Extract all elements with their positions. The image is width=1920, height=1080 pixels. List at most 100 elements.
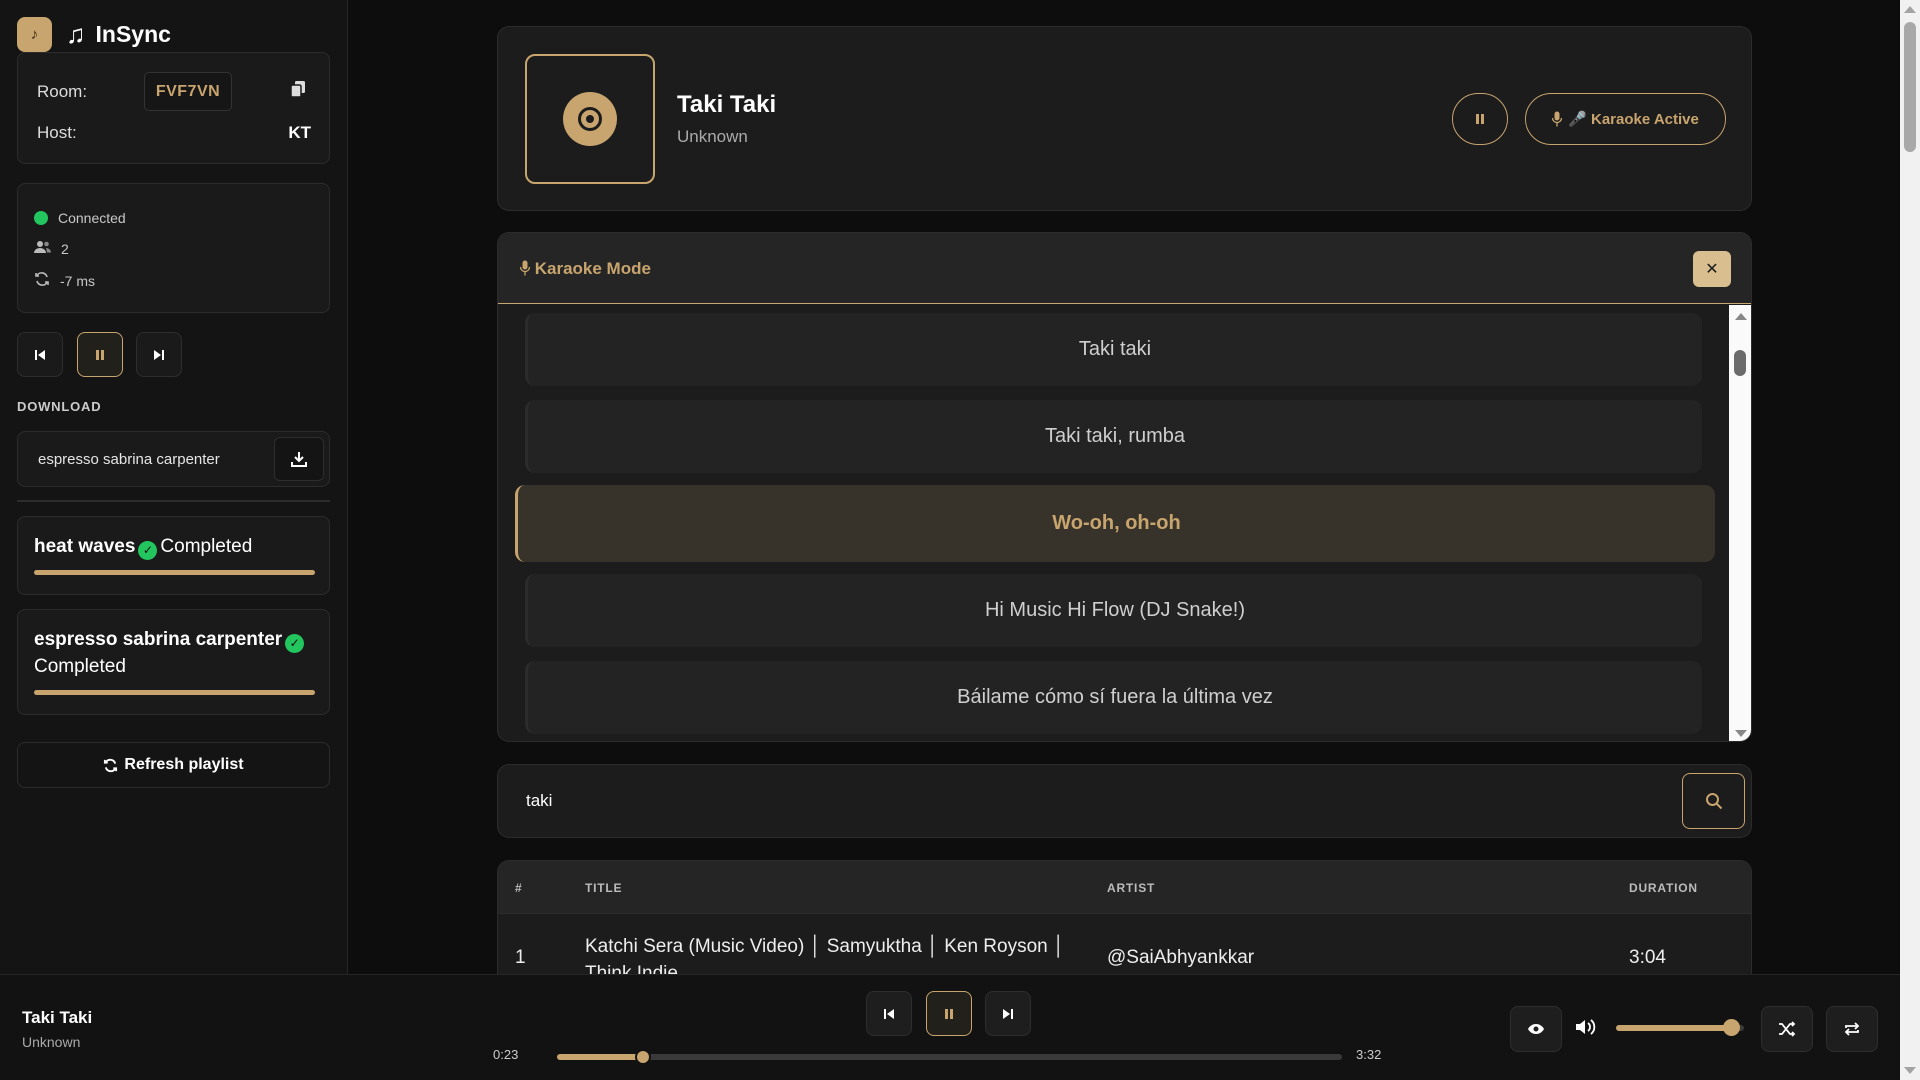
lyric-line-current: Wo-oh, oh-oh — [515, 485, 1715, 562]
search-icon — [1705, 793, 1722, 810]
skip-forward-icon — [154, 349, 164, 360]
skip-forward-icon — [1003, 1008, 1013, 1019]
download-item: espresso sabrina carpenter ✓ Completed — [17, 609, 330, 715]
copy-icon[interactable] — [290, 80, 306, 103]
song-title: Taki Taki — [677, 91, 777, 118]
seek-handle[interactable] — [635, 1049, 652, 1065]
skip-back-icon — [884, 1008, 894, 1019]
download-progress-fill — [34, 690, 315, 695]
room-card: Room: FVF7VN Host: KT — [17, 52, 330, 164]
next-button[interactable] — [985, 991, 1031, 1036]
pause-button[interactable] — [926, 991, 972, 1036]
page-scrollbar[interactable] — [1900, 0, 1920, 1080]
listener-count: 2 — [34, 240, 69, 257]
download-progress-fill — [34, 570, 315, 575]
row-artist: @SaiAbhyankkar — [1107, 947, 1255, 968]
refresh-playlist-label: Refresh playlist — [124, 756, 244, 773]
pause-button[interactable] — [1452, 93, 1508, 145]
album-art — [525, 54, 655, 184]
room-code[interactable]: FVF7VN — [144, 72, 232, 111]
scroll-down-arrow-icon — [1904, 1067, 1916, 1074]
column-header-artist: ARTIST — [1107, 881, 1156, 895]
host-label: Host: — [37, 123, 77, 142]
column-header-duration: DURATION — [1629, 881, 1698, 895]
download-input[interactable]: espresso sabrina carpenter — [17, 431, 330, 487]
repeat-button[interactable] — [1826, 1006, 1878, 1052]
visibility-button[interactable] — [1510, 1006, 1562, 1052]
users-icon — [34, 240, 51, 257]
download-item: heat waves ✓ Completed — [17, 516, 330, 595]
total-time: 3:32 — [1356, 1047, 1382, 1062]
close-karaoke-button[interactable]: ✕ — [1693, 251, 1731, 287]
lyric-line: Hi Music Hi Flow (DJ Snake!) — [525, 574, 1702, 647]
download-progress — [34, 570, 315, 575]
search-button[interactable] — [1682, 773, 1745, 829]
refresh-playlist-button[interactable]: Refresh playlist — [17, 742, 330, 788]
scroll-up-arrow-icon — [1904, 6, 1916, 13]
seek-bar-fill — [557, 1054, 644, 1060]
pause-icon — [945, 1008, 953, 1019]
download-icon — [291, 452, 307, 467]
player-bar: Taki Taki Unknown 0:23 3:32 — [0, 974, 1900, 1080]
download-heading: DOWNLOAD — [17, 399, 102, 414]
previous-button[interactable] — [17, 332, 63, 377]
volume-icon[interactable] — [1574, 1017, 1598, 1042]
karaoke-title: Karaoke Mode — [519, 259, 651, 279]
host-value: KT — [288, 123, 311, 142]
lyric-line: Taki taki — [525, 313, 1702, 386]
music-badge-icon[interactable]: ♪ — [17, 17, 52, 52]
elapsed-time: 0:23 — [493, 1047, 519, 1062]
brand: ♪ ♫ InSync — [17, 17, 171, 52]
scroll-up-arrow-icon — [1735, 313, 1747, 320]
repeat-icon — [1844, 1022, 1860, 1036]
row-number: 1 — [515, 947, 526, 968]
room-label: Room: — [37, 82, 88, 101]
download-button[interactable] — [274, 437, 324, 481]
column-header-number: # — [515, 881, 523, 895]
download-item-title: espresso sabrina carpenter ✓ Completed — [34, 626, 319, 680]
latency: -7 ms — [34, 271, 95, 290]
microphone-icon — [1552, 111, 1563, 127]
karaoke-active-label: 🎤 Karaoke Active — [1568, 111, 1699, 128]
music-note-icon: ♫ — [66, 19, 86, 49]
karaoke-header: Karaoke Mode ✕ — [498, 233, 1751, 304]
sidebar: ♪ ♫ InSync Room: FVF7VN Host: KT Connect… — [0, 0, 348, 974]
player-artist: Unknown — [22, 1034, 81, 1050]
karaoke-panel: Karaoke Mode ✕ Taki taki Taki taki, rumb… — [497, 232, 1752, 742]
app-name: InSync — [95, 21, 171, 47]
scroll-down-arrow-icon — [1735, 730, 1747, 737]
lyric-line: Báilame cómo sí fuera la última vez — [525, 661, 1702, 734]
download-item-title: heat waves ✓ Completed — [34, 533, 319, 560]
download-progress — [34, 690, 315, 695]
download-input-value[interactable]: espresso sabrina carpenter — [38, 451, 220, 468]
table-header: # TITLE ARTIST DURATION — [498, 861, 1751, 914]
check-circle-icon: ✓ — [285, 634, 305, 653]
pause-icon — [1476, 114, 1484, 124]
page-scrollbar-thumb — [1904, 22, 1916, 152]
player-title: Taki Taki — [22, 1008, 93, 1027]
lyrics-scrollbar[interactable] — [1729, 305, 1751, 741]
shuffle-icon — [1779, 1021, 1796, 1037]
next-button[interactable] — [136, 332, 182, 377]
listener-count-text: 2 — [61, 240, 69, 257]
search-bar[interactable]: taki — [497, 764, 1752, 838]
shuffle-button[interactable] — [1761, 1006, 1813, 1052]
latency-text: -7 ms — [60, 272, 95, 289]
search-input[interactable]: taki — [526, 791, 552, 811]
connected-dot-icon — [34, 211, 48, 225]
scrollbar-thumb — [1734, 350, 1746, 376]
microphone-icon — [519, 260, 531, 276]
status-card: Connected 2 -7 ms — [17, 183, 330, 313]
volume-slider-fill — [1616, 1025, 1732, 1031]
lyric-line: Taki taki, rumba — [525, 400, 1702, 473]
close-icon: ✕ — [1705, 261, 1719, 278]
karaoke-active-button[interactable]: 🎤 Karaoke Active — [1525, 93, 1726, 145]
row-duration: 3:04 — [1629, 947, 1666, 968]
pause-button[interactable] — [77, 332, 123, 377]
previous-button[interactable] — [866, 991, 912, 1036]
eye-icon — [1528, 1024, 1544, 1034]
volume-slider[interactable] — [1616, 1019, 1744, 1036]
connection-text: Connected — [58, 210, 126, 226]
volume-handle[interactable] — [1723, 1019, 1741, 1036]
seek-bar[interactable] — [557, 1049, 1342, 1065]
